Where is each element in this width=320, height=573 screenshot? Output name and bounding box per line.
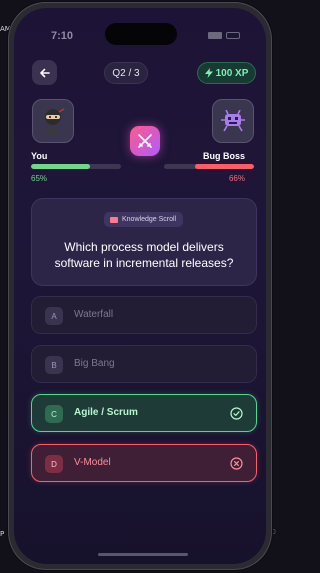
boss-health-label: 66% [228,174,245,183]
boss-health-bar [164,164,254,169]
option-letter: D [45,455,63,473]
answer-option-b[interactable]: B Big Bang [31,345,257,383]
backdrop-fragment: P [0,530,5,538]
scroll-icon [110,216,118,223]
answer-option-d[interactable]: D V-Model [31,444,257,482]
back-button[interactable] [32,60,57,85]
option-letter: A [45,307,63,325]
versus-badge [130,126,160,156]
option-letter: C [45,405,63,423]
question-text: Which process model delivers software in… [54,240,234,270]
bug-monster-icon [221,110,245,132]
option-letter: B [45,356,63,374]
check-circle-icon [230,407,243,420]
xp-badge: 100 XP [197,62,256,84]
player-health-label: 65% [31,174,48,183]
status-icons [208,32,240,39]
battery-icon [226,32,240,39]
player-avatar [32,99,74,143]
signal-icon [208,32,222,39]
answer-option-a[interactable]: A Waterfall [31,296,257,334]
xp-value: 100 XP [215,67,249,79]
ninja-icon [45,108,65,134]
question-card: Knowledge Scroll Which process model del… [31,198,257,286]
status-time: 7:10 [51,30,74,42]
boss-name: Bug Boss [202,151,245,161]
x-circle-icon [230,457,243,470]
lightning-icon [204,68,213,78]
home-indicator [98,553,188,556]
player-health-bar [31,164,121,169]
boss-avatar [212,99,254,143]
arrow-left-icon [39,68,50,77]
option-text: Agile / Scrum [74,407,138,418]
player-health-fill [31,164,90,169]
boss-health-fill [194,164,254,169]
quiz-screen: 7:10 Q2 / 3 100 XP You Bug Boss 65% 66% … [14,8,266,564]
player-name: You [31,151,48,161]
crossed-swords-icon [138,134,152,148]
tag-label: Knowledge Scroll [122,216,177,223]
option-text: V-Model [74,457,111,468]
answer-option-c[interactable]: C Agile / Scrum [31,394,257,432]
knowledge-scroll-tag: Knowledge Scroll [104,212,184,227]
question-counter: Q2 / 3 [104,62,148,84]
option-text: Waterfall [74,309,114,320]
phone-frame: 7:10 Q2 / 3 100 XP You Bug Boss 65% 66% … [8,2,272,570]
option-text: Big Bang [74,358,115,369]
dynamic-island [105,23,177,45]
